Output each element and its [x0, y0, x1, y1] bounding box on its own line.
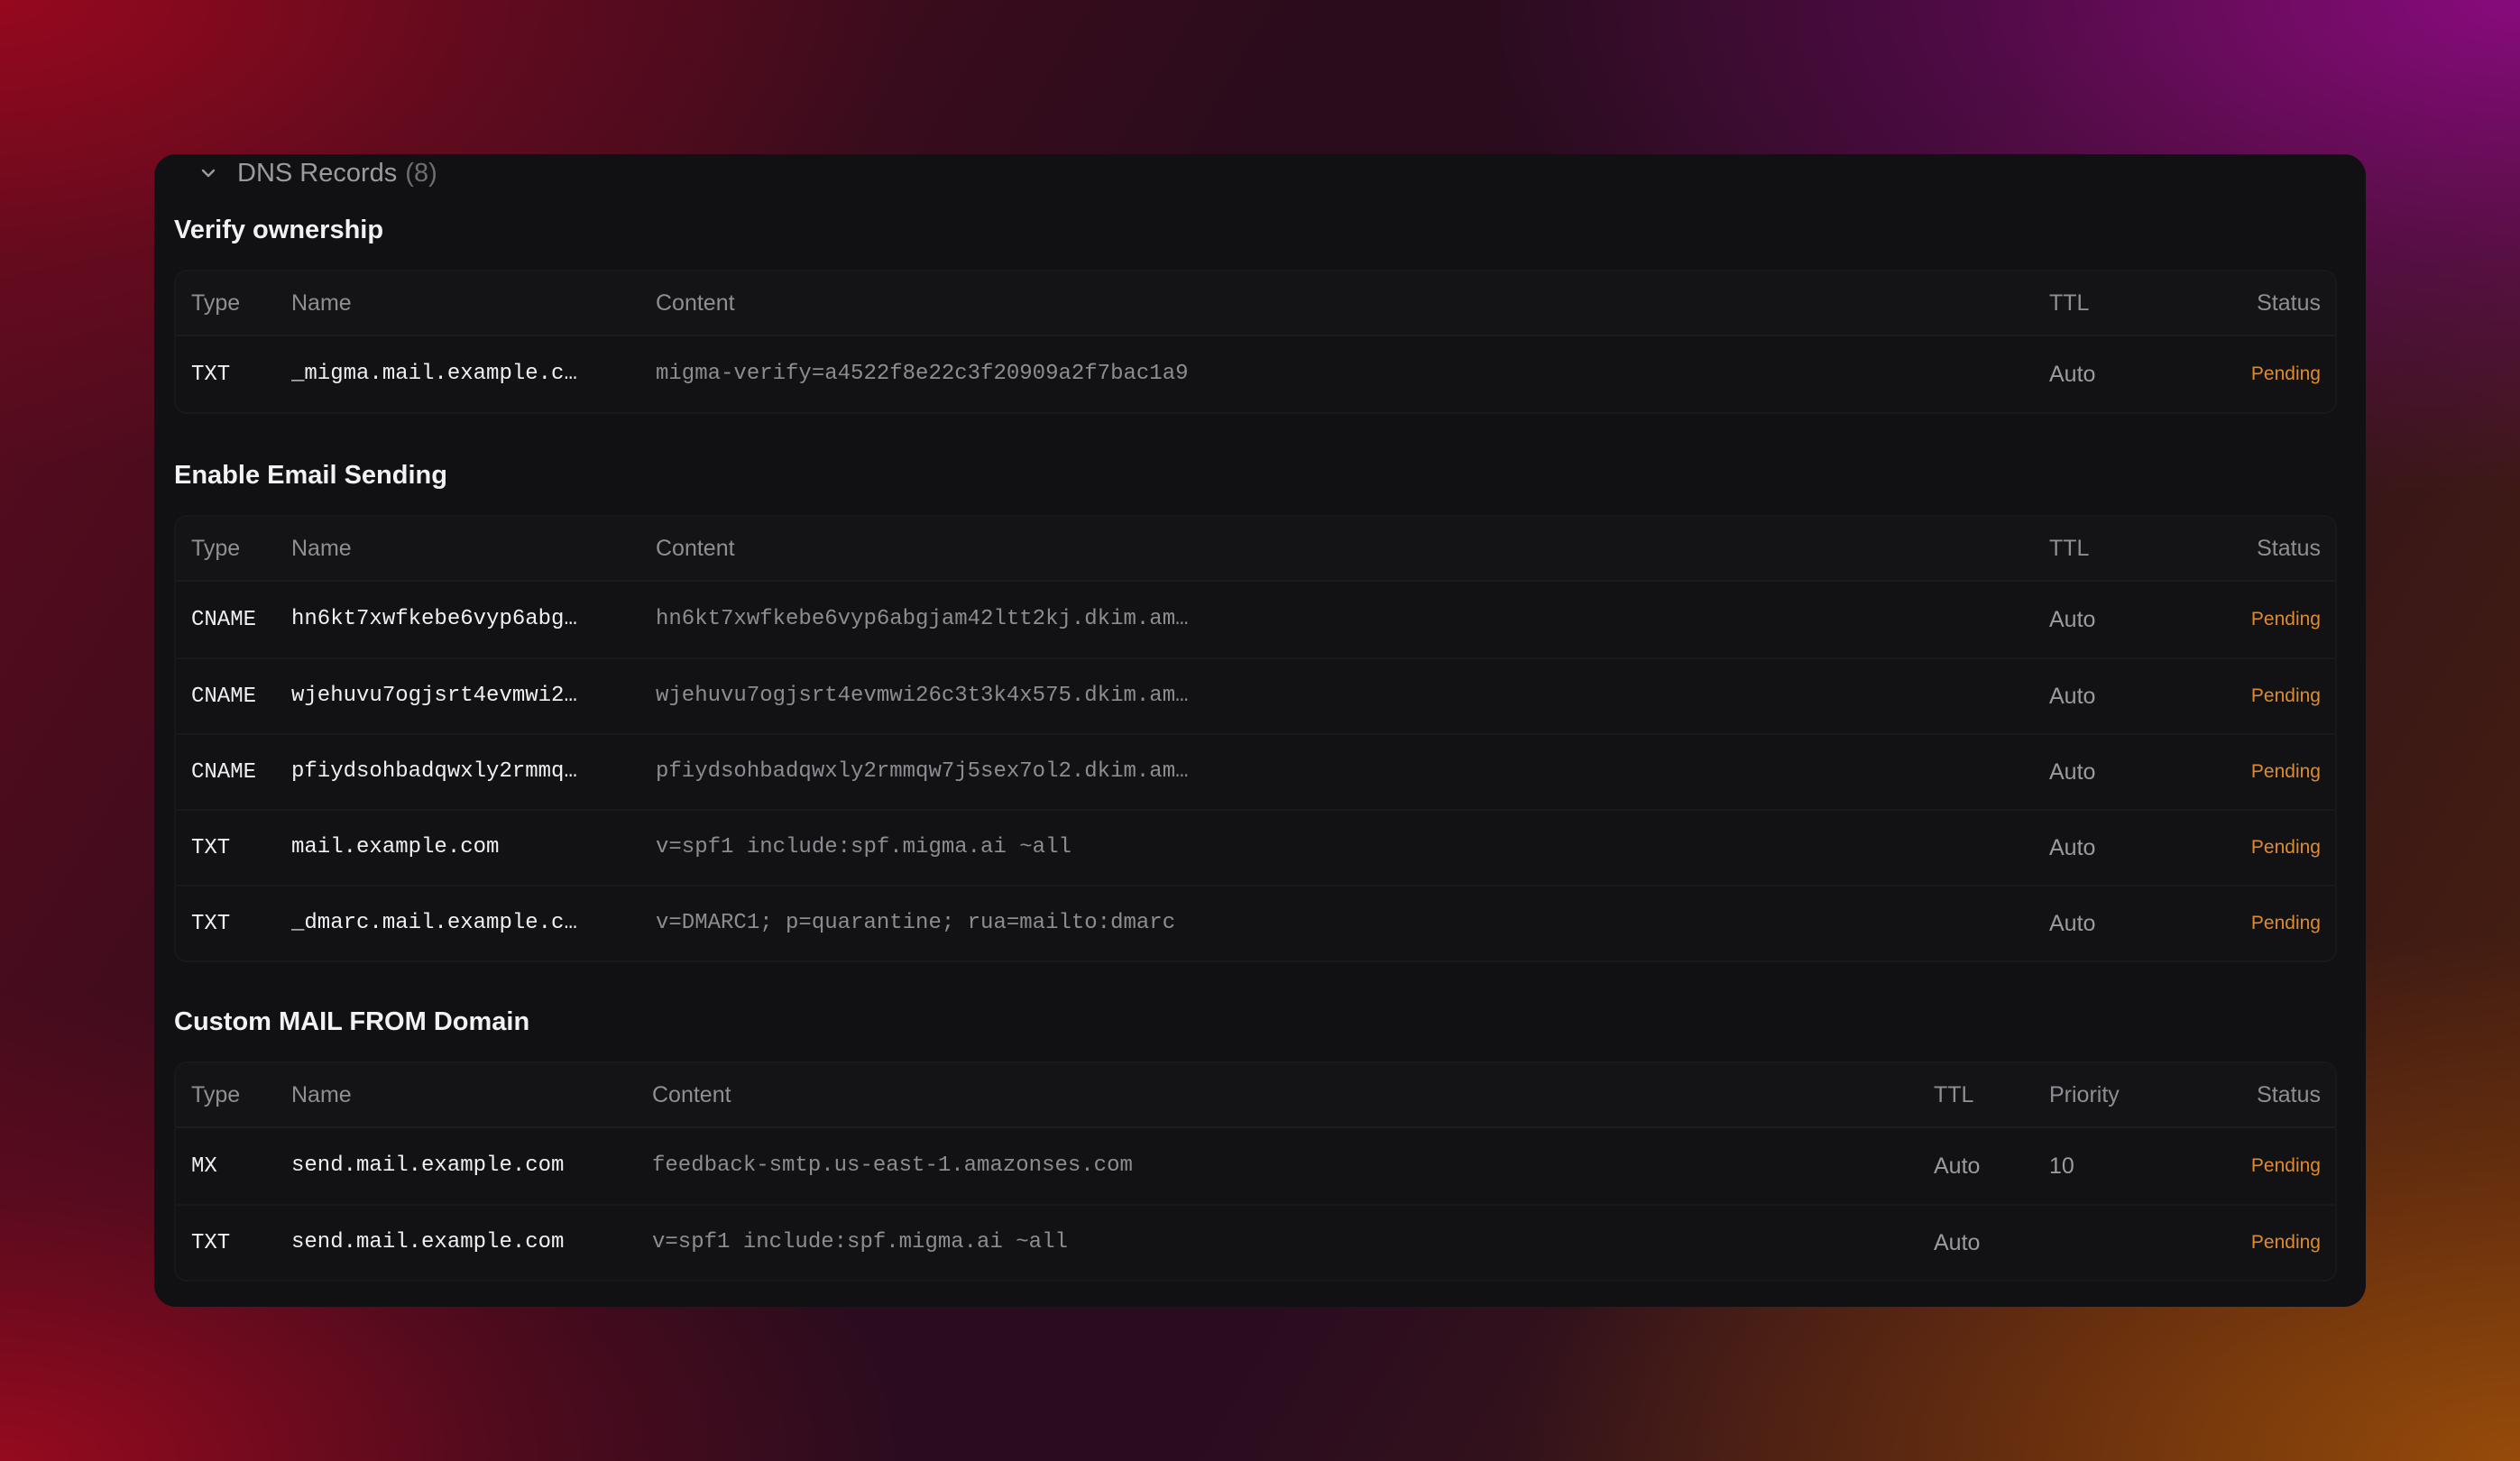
- record-content[interactable]: v=DMARC1; p=quarantine; rua=mailto:dmarc: [656, 911, 2049, 936]
- record-type: TXT: [191, 1230, 231, 1255]
- column-header-type: Type: [191, 535, 241, 561]
- record-content-text: v=spf1 include:spf.migma.ai ~all: [652, 1230, 1068, 1255]
- record-priority: 10: [2049, 1153, 2074, 1179]
- table-row: CNAME wjehuvu7ogjsrt4evmwi26c3t3k4x575 w…: [176, 657, 2335, 733]
- record-ttl: Auto: [1934, 1153, 1981, 1179]
- status-badge: Pending: [2250, 761, 2321, 782]
- custom-mail-from-table: Type Name Content TTL Priority Status MX…: [174, 1061, 2337, 1282]
- record-content[interactable]: v=spf1 include:spf.migma.ai ~all: [656, 835, 2049, 860]
- record-name[interactable]: mail.example.com: [291, 835, 656, 860]
- record-name[interactable]: send.mail.example.com: [291, 1230, 652, 1255]
- column-header-content: Content: [656, 289, 735, 316]
- record-type: TXT: [191, 835, 231, 860]
- record-content-text: feedback-smtp.us-east-1.amazonses.com: [652, 1153, 1133, 1179]
- table-row: CNAME hn6kt7xwfkebe6vyp6abgjam42ltt2kj h…: [176, 582, 2335, 657]
- record-ttl: Auto: [2049, 606, 2096, 632]
- record-content[interactable]: migma-verify=a4522f8e22c3f20909a2f7bac1a…: [656, 362, 2049, 387]
- section-title-verify-ownership: Verify ownership: [174, 216, 384, 244]
- record-ttl: Auto: [1934, 1229, 1981, 1255]
- verify-ownership-table: Type Name Content TTL Status TXT _migma.…: [174, 270, 2337, 414]
- dns-records-header[interactable]: DNS Records (8): [174, 154, 2337, 192]
- status-badge: Pending: [2250, 1155, 2321, 1176]
- table-header-row: Type Name Content TTL Priority Status: [176, 1063, 2335, 1128]
- record-ttl: Auto: [2049, 361, 2096, 387]
- column-header-status: Status: [2257, 289, 2321, 316]
- status-badge: Pending: [2250, 363, 2321, 384]
- record-name-text: pfiydsohbadqwxly2rmmqw7j5sex7ol2: [291, 759, 580, 785]
- record-ttl: Auto: [2049, 910, 2096, 936]
- record-type: TXT: [191, 362, 231, 387]
- record-name[interactable]: hn6kt7xwfkebe6vyp6abgjam42ltt2kj: [291, 607, 656, 632]
- record-content-text: migma-verify=a4522f8e22c3f20909a2f7bac1a…: [656, 362, 1189, 387]
- record-name[interactable]: send.mail.example.com: [291, 1153, 652, 1179]
- record-content-text: pfiydsohbadqwxly2rmmqw7j5sex7ol2.dkim.am…: [656, 759, 1190, 785]
- record-content-text: v=DMARC1; p=quarantine; rua=mailto:dmarc: [656, 911, 1176, 936]
- column-header-ttl: TTL: [1934, 1081, 1974, 1107]
- record-content[interactable]: feedback-smtp.us-east-1.amazonses.com: [652, 1153, 1934, 1179]
- table-header-row: Type Name Content TTL Status: [176, 271, 2335, 336]
- record-name-text: wjehuvu7ogjsrt4evmwi26c3t3k4x575: [291, 684, 580, 709]
- record-name[interactable]: pfiydsohbadqwxly2rmmqw7j5sex7ol2: [291, 759, 656, 785]
- record-content[interactable]: pfiydsohbadqwxly2rmmqw7j5sex7ol2.dkim.am…: [656, 759, 2049, 785]
- record-name[interactable]: _dmarc.mail.example.com: [291, 911, 656, 936]
- column-header-content: Content: [656, 535, 735, 561]
- record-content[interactable]: wjehuvu7ogjsrt4evmwi26c3t3k4x575.dkim.am…: [656, 684, 2049, 709]
- record-name-text: send.mail.example.com: [291, 1230, 565, 1255]
- table-row: CNAME pfiydsohbadqwxly2rmmqw7j5sex7ol2 p…: [176, 733, 2335, 809]
- status-badge: Pending: [2250, 1232, 2321, 1253]
- record-name[interactable]: wjehuvu7ogjsrt4evmwi26c3t3k4x575: [291, 684, 656, 709]
- record-name-text: _migma.mail.example.com: [291, 362, 580, 387]
- status-badge: Pending: [2250, 609, 2321, 629]
- record-content-text: wjehuvu7ogjsrt4evmwi26c3t3k4x575.dkim.am…: [656, 684, 1190, 709]
- record-ttl: Auto: [2049, 758, 2096, 785]
- record-content[interactable]: v=spf1 include:spf.migma.ai ~all: [652, 1230, 1934, 1255]
- dns-records-count: (8): [405, 158, 437, 188]
- column-header-status: Status: [2257, 1081, 2321, 1107]
- dns-records-panel: DNS Records (8) Verify ownership Type Na…: [154, 154, 2366, 1307]
- record-name-text: send.mail.example.com: [291, 1153, 565, 1179]
- table-row: TXT _migma.mail.example.com migma-verify…: [176, 336, 2335, 412]
- column-header-name: Name: [291, 535, 352, 561]
- column-header-priority: Priority: [2049, 1081, 2120, 1107]
- column-header-ttl: TTL: [2049, 535, 2090, 561]
- status-badge: Pending: [2250, 837, 2321, 858]
- column-header-ttl: TTL: [2049, 289, 2090, 316]
- column-header-name: Name: [291, 1081, 352, 1107]
- column-header-name: Name: [291, 289, 352, 316]
- table-row: TXT mail.example.com v=spf1 include:spf.…: [176, 809, 2335, 885]
- record-content[interactable]: hn6kt7xwfkebe6vyp6abgjam42ltt2kj.dkim.am…: [656, 607, 2049, 632]
- table-header-row: Type Name Content TTL Status: [176, 517, 2335, 582]
- section-title-custom-mail-from: Custom MAIL FROM Domain: [174, 1007, 530, 1036]
- column-header-content: Content: [652, 1081, 731, 1107]
- status-badge: Pending: [2250, 685, 2321, 706]
- record-name-text: mail.example.com: [291, 835, 500, 860]
- record-type: CNAME: [191, 684, 257, 709]
- dns-records-title: DNS Records: [237, 158, 398, 188]
- record-name-text: hn6kt7xwfkebe6vyp6abgjam42ltt2kj: [291, 607, 580, 632]
- record-name[interactable]: _migma.mail.example.com: [291, 362, 656, 387]
- column-header-type: Type: [191, 1081, 241, 1107]
- chevron-down-icon[interactable]: [198, 162, 219, 184]
- table-row: MX send.mail.example.com feedback-smtp.u…: [176, 1128, 2335, 1204]
- record-type: TXT: [191, 911, 231, 936]
- record-type: CNAME: [191, 607, 257, 632]
- enable-email-sending-table: Type Name Content TTL Status CNAME hn6kt…: [174, 515, 2337, 962]
- column-header-status: Status: [2257, 535, 2321, 561]
- record-ttl: Auto: [2049, 834, 2096, 860]
- record-type: CNAME: [191, 759, 257, 785]
- table-row: TXT _dmarc.mail.example.com v=DMARC1; p=…: [176, 885, 2335, 960]
- status-badge: Pending: [2250, 913, 2321, 933]
- record-content-text: hn6kt7xwfkebe6vyp6abgjam42ltt2kj.dkim.am…: [656, 607, 1190, 632]
- section-title-enable-email-sending: Enable Email Sending: [174, 461, 447, 490]
- table-row: TXT send.mail.example.com v=spf1 include…: [176, 1204, 2335, 1280]
- record-name-text: _dmarc.mail.example.com: [291, 911, 580, 936]
- column-header-type: Type: [191, 289, 241, 316]
- record-content-text: v=spf1 include:spf.migma.ai ~all: [656, 835, 1071, 860]
- record-ttl: Auto: [2049, 683, 2096, 709]
- record-type: MX: [191, 1153, 217, 1179]
